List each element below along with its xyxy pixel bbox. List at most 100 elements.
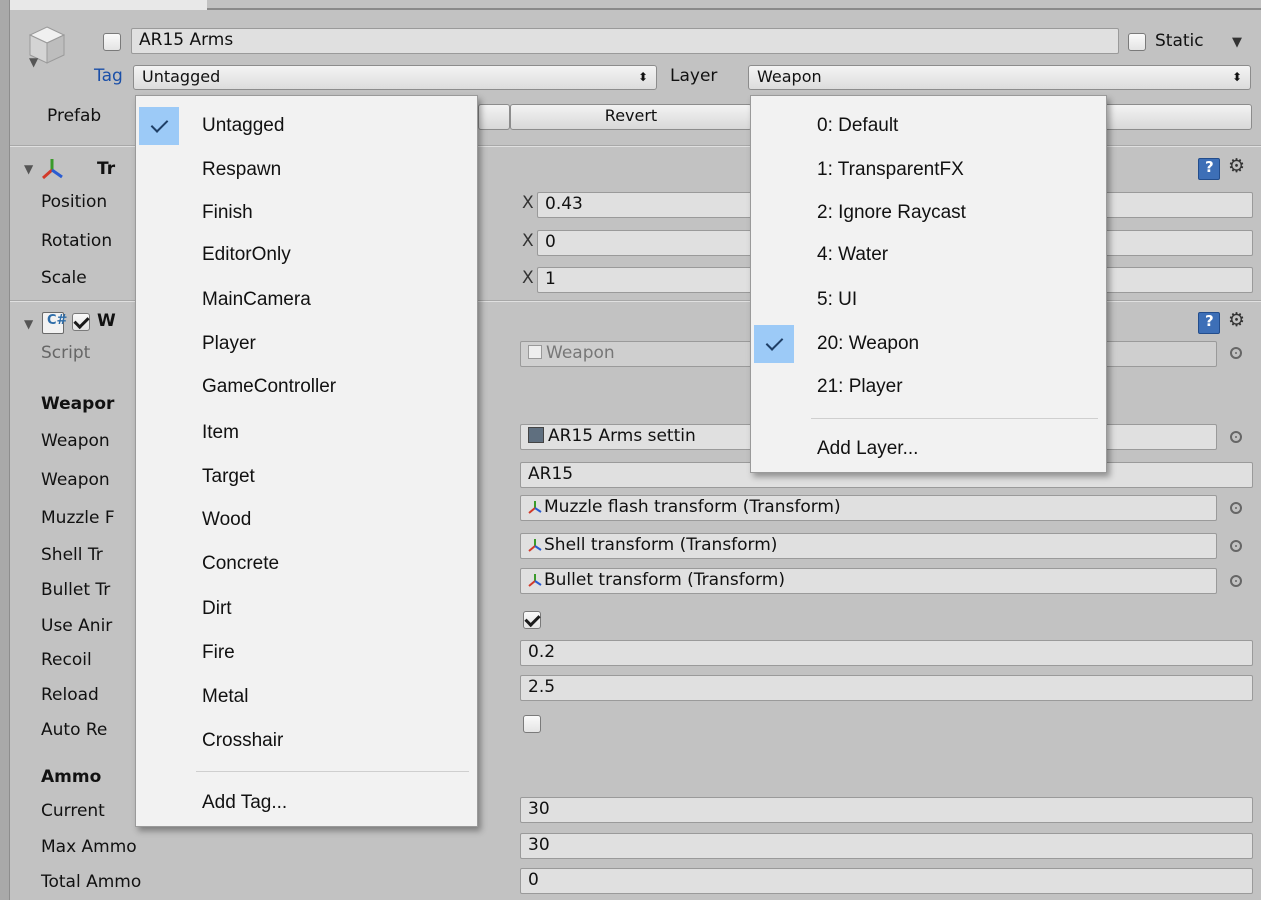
tag-menu-separator — [196, 771, 469, 772]
layer-menu-item-ui[interactable]: 5: UI — [751, 281, 1106, 319]
shell-transform-picker-icon[interactable] — [1230, 540, 1242, 552]
muzzle-flash-picker-icon[interactable] — [1230, 502, 1242, 514]
muzzle-flash-value: Muzzle flash transform (Transform) — [544, 497, 841, 517]
layer-menu-add-layer[interactable]: Add Layer... — [751, 430, 1106, 468]
tag-menu-item-item[interactable]: Item — [136, 414, 477, 452]
layer-menu-item-default[interactable]: 0: Default — [751, 107, 1106, 145]
tag-dropdown-arrow-icon: ⬍ — [637, 70, 648, 84]
static-checkbox[interactable] — [1128, 33, 1146, 51]
window-left-border — [0, 0, 10, 900]
total-ammo-field[interactable]: 0 — [520, 868, 1253, 894]
scale-x-axis-label: X — [522, 268, 534, 288]
weapon-enabled-checkbox[interactable] — [72, 313, 90, 331]
tag-menu-item-maincamera[interactable]: MainCamera — [136, 281, 477, 319]
weapon-settings-value: AR15 Arms settin — [548, 426, 696, 446]
tag-menu-item-respawn[interactable]: Respawn — [136, 151, 477, 189]
total-ammo-label: Total Ammo — [41, 872, 142, 892]
transform-gear-icon[interactable]: ⚙ — [1228, 155, 1245, 177]
layer-dropdown-arrow-icon: ⬍ — [1231, 70, 1242, 84]
weapon-name-label: Weapon — [41, 470, 110, 490]
tag-menu-add-tag[interactable]: Add Tag... — [136, 784, 477, 822]
transform-help-icon[interactable] — [1198, 158, 1220, 180]
layer-menu-item-transparentfx[interactable]: 1: TransparentFX — [751, 151, 1106, 189]
tag-menu-item-wood[interactable]: Wood — [136, 501, 477, 539]
tag-menu-item-crosshair[interactable]: Crosshair — [136, 722, 477, 760]
selected-check-icon — [754, 325, 794, 363]
reload-label: Reload — [41, 685, 99, 705]
tag-menu-item-finish[interactable]: Finish — [136, 194, 477, 232]
static-dropdown-arrow-icon[interactable]: ▼ — [1232, 35, 1242, 50]
current-ammo-label: Current — [41, 801, 105, 821]
tag-menu-item-concrete[interactable]: Concrete — [136, 545, 477, 583]
tag-menu-item-untagged[interactable]: Untagged — [136, 107, 477, 145]
script-label: Script — [41, 343, 91, 363]
use-animation-label: Use Anir — [41, 616, 113, 636]
ammo-section-header: Ammo — [41, 767, 102, 787]
static-label: Static — [1155, 31, 1204, 51]
bullet-transform-label: Bullet Tr — [41, 580, 111, 600]
tag-dropdown-value: Untagged — [142, 67, 221, 86]
current-ammo-field[interactable]: 30 — [520, 797, 1253, 823]
weapon-foldout-arrow-icon[interactable]: ▼ — [24, 317, 33, 331]
transform-ref-icon — [528, 498, 542, 514]
tag-label: Tag — [94, 66, 123, 86]
tag-menu-item-metal[interactable]: Metal — [136, 678, 477, 716]
bullet-transform-value: Bullet transform (Transform) — [544, 570, 785, 590]
layer-menu-item-water[interactable]: 4: Water — [751, 236, 1106, 274]
prefab-select-button[interactable] — [478, 104, 510, 130]
scale-label: Scale — [41, 268, 87, 288]
weapon-help-icon[interactable] — [1198, 312, 1220, 334]
rotation-x-axis-label: X — [522, 231, 534, 251]
tag-menu-item-target[interactable]: Target — [136, 458, 477, 496]
bullet-transform-field[interactable]: Bullet transform (Transform) — [520, 568, 1217, 594]
transform-axis-icon — [40, 157, 64, 181]
transform-title: Tr — [97, 159, 116, 179]
auto-reload-checkbox[interactable] — [523, 715, 541, 733]
weapon-gear-icon[interactable]: ⚙ — [1228, 309, 1245, 331]
muzzle-flash-label: Muzzle F — [41, 508, 115, 528]
prefab-revert-button[interactable]: Revert — [510, 104, 752, 130]
tag-menu-item-player[interactable]: Player — [136, 325, 477, 363]
max-ammo-label: Max Ammo — [41, 837, 137, 857]
active-checkbox[interactable] — [103, 33, 121, 51]
tag-dropdown[interactable]: Untagged ⬍ — [133, 65, 657, 90]
window-top-border — [207, 8, 1261, 10]
weapon-section-header: Weapor — [41, 394, 115, 414]
transform-foldout-arrow-icon[interactable]: ▼ — [24, 162, 33, 176]
shell-transform-label: Shell Tr — [41, 545, 103, 565]
tag-menu-item-editoronly[interactable]: EditorOnly — [136, 236, 477, 274]
tag-menu-item-dirt[interactable]: Dirt — [136, 590, 477, 628]
reload-field[interactable]: 2.5 — [520, 675, 1253, 701]
prefab-label: Prefab — [47, 106, 102, 126]
layer-menu-item-ignore-raycast[interactable]: 2: Ignore Raycast — [751, 194, 1106, 232]
position-label: Position — [41, 192, 108, 212]
transform-ref-icon — [528, 536, 542, 552]
selected-check-icon — [139, 107, 179, 145]
weapon-settings-picker-icon[interactable] — [1230, 431, 1242, 443]
script-picker-icon[interactable] — [1230, 347, 1242, 359]
muzzle-flash-field[interactable]: Muzzle flash transform (Transform) — [520, 495, 1217, 521]
bullet-transform-picker-icon[interactable] — [1230, 575, 1242, 587]
window-tab-strip — [0, 0, 207, 10]
recoil-field[interactable]: 0.2 — [520, 640, 1253, 666]
prefab-apply-button[interactable] — [1104, 104, 1252, 130]
use-animation-checkbox[interactable] — [523, 611, 541, 629]
layer-menu-item-player[interactable]: 21: Player — [751, 368, 1106, 406]
max-ammo-field[interactable]: 30 — [520, 833, 1253, 859]
layer-menu-separator — [811, 418, 1098, 419]
weapon-component-title: W — [97, 311, 116, 331]
tag-dropdown-menu: Untagged Respawn Finish EditorOnly MainC… — [135, 95, 478, 827]
shell-transform-value: Shell transform (Transform) — [544, 535, 778, 555]
script-value: Weapon — [546, 343, 615, 363]
layer-dropdown[interactable]: Weapon ⬍ — [748, 65, 1251, 90]
tag-menu-item-fire[interactable]: Fire — [136, 634, 477, 672]
layer-label: Layer — [670, 66, 718, 86]
layer-menu-item-weapon[interactable]: 20: Weapon — [751, 325, 1106, 363]
tag-menu-item-gamecontroller[interactable]: GameController — [136, 368, 477, 406]
object-name-field[interactable]: AR15 Arms — [131, 28, 1119, 54]
shell-transform-field[interactable]: Shell transform (Transform) — [520, 533, 1217, 559]
transform-ref-icon — [528, 571, 542, 587]
icon-dropdown-arrow-icon[interactable]: ▼ — [29, 55, 38, 69]
recoil-label: Recoil — [41, 650, 92, 670]
weapon-settings-label: Weapon — [41, 431, 110, 451]
